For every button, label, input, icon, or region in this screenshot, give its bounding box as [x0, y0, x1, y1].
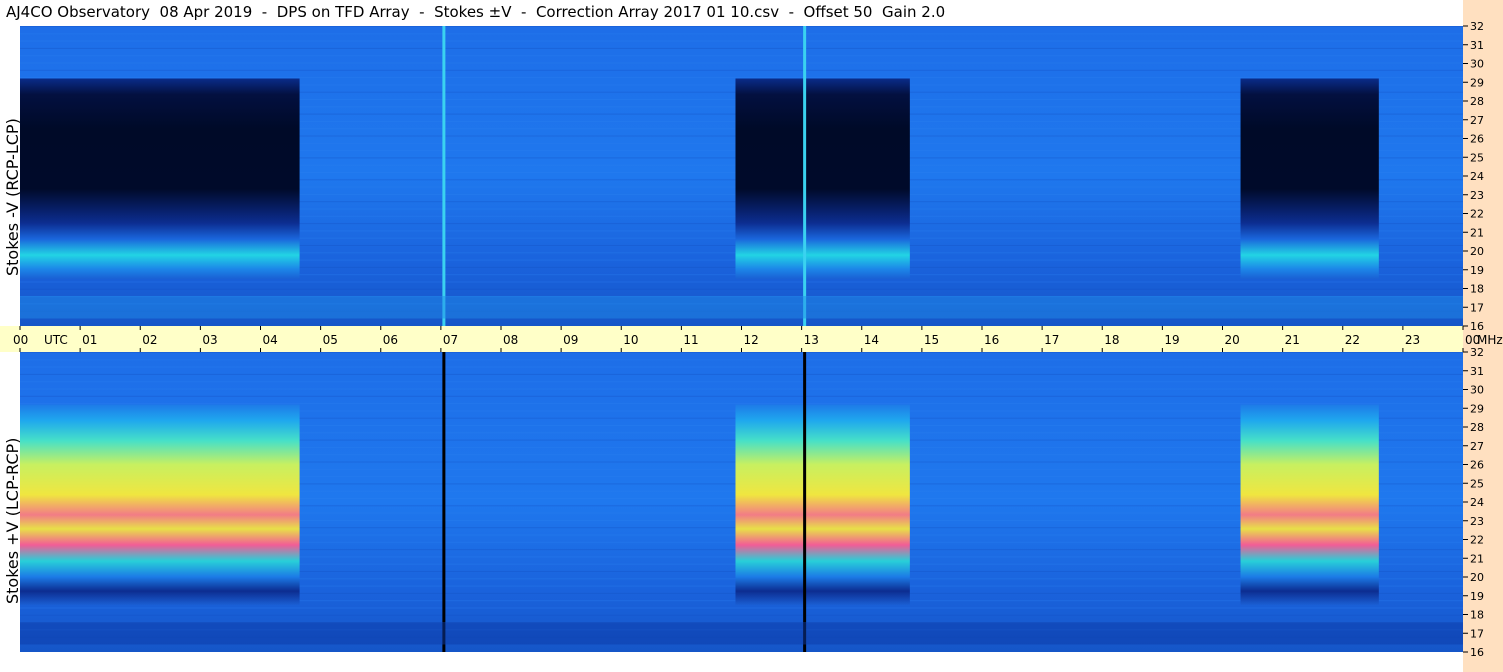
utc-axis-band — [0, 326, 1463, 352]
interference-line — [442, 26, 446, 326]
y-tick-label: 28 — [1470, 421, 1484, 434]
noise-band — [20, 381, 1463, 383]
y-tick-label: 27 — [1470, 114, 1484, 127]
spectrogram-figure: 16 17 18 19 20 21 22 23 24 25 26 27 28 29 30 31 32 16 17 18… — [0, 20, 1503, 659]
x-tick-label: 22 — [1345, 333, 1360, 347]
x-tick-label: 19 — [1164, 333, 1179, 347]
x-tick-label: 12 — [744, 333, 759, 347]
x-tick-label: 09 — [563, 333, 578, 347]
interference-line — [803, 352, 807, 652]
x-tick-label: 18 — [1104, 333, 1119, 347]
noise-band — [20, 40, 1463, 42]
noise-band — [20, 352, 1463, 353]
x-tick-label: 16 — [984, 333, 999, 347]
noise-band — [20, 373, 1463, 375]
y-tick-label: 24 — [1470, 496, 1484, 509]
y-tick-label: 21 — [1470, 552, 1484, 565]
y-tick-label: 32 — [1470, 20, 1484, 33]
y-tick-label: 31 — [1470, 39, 1484, 52]
y-tick-label: 22 — [1470, 208, 1484, 221]
y-tick-label: 16 — [1470, 646, 1484, 659]
source-block — [735, 404, 910, 606]
x-tick-label: 14 — [864, 333, 879, 347]
x-tick-label: 21 — [1285, 333, 1300, 347]
noise-band — [20, 69, 1463, 71]
noise-band — [20, 359, 1463, 361]
utc-axis-label: UTC — [44, 333, 68, 347]
noise-band — [20, 403, 1463, 405]
y-tick-label: 17 — [1470, 627, 1484, 640]
noise-band — [20, 26, 1463, 27]
y-tick-label: 19 — [1470, 590, 1484, 603]
x-tick-label: 13 — [804, 333, 819, 347]
x-tick-label: 07 — [443, 333, 458, 347]
interference-line — [803, 26, 807, 326]
noise-band — [20, 55, 1463, 57]
source-block — [735, 78, 910, 280]
y-tick-label: 18 — [1470, 283, 1484, 296]
source-block — [1240, 78, 1379, 280]
y-tick-label: 25 — [1470, 477, 1484, 490]
noise-band — [20, 388, 1463, 390]
noise-band — [20, 395, 1463, 397]
x-tick-label: 03 — [202, 333, 217, 347]
y-tick-label: 26 — [1470, 459, 1484, 472]
mhz-axis-label: MHz — [1477, 333, 1503, 347]
y-tick-label: 21 — [1470, 226, 1484, 239]
y-tick-label: 20 — [1470, 571, 1484, 584]
x-tick-label: 06 — [383, 333, 398, 347]
y-tick-label: 30 — [1470, 384, 1484, 397]
x-tick-label: 23 — [1405, 333, 1420, 347]
y-tick-label: 25 — [1470, 151, 1484, 164]
x-tick-label: 01 — [82, 333, 97, 347]
x-tick-label: 17 — [1044, 333, 1059, 347]
x-tick-label: 20 — [1225, 333, 1240, 347]
y-tick-label: 22 — [1470, 534, 1484, 547]
x-tick-label: 05 — [323, 333, 338, 347]
y-tick-label: 19 — [1470, 264, 1484, 277]
y-tick-label: 24 — [1470, 170, 1484, 183]
y-tick-label: 23 — [1470, 189, 1484, 202]
x-tick-label: 04 — [263, 333, 278, 347]
low-frequency-noise — [20, 296, 1463, 319]
y-tick-label: 17 — [1470, 301, 1484, 314]
source-block — [1240, 404, 1379, 606]
low-frequency-noise — [20, 622, 1463, 645]
top-spectrogram: 16 17 18 19 20 21 22 23 24 25 26 27 28 29 30 31 32 — [20, 20, 1484, 333]
y-tick-label: 27 — [1470, 440, 1484, 453]
noise-band — [20, 288, 1463, 290]
y-tick-label: 18 — [1470, 609, 1484, 622]
noise-band — [20, 607, 1463, 609]
noise-band — [20, 281, 1463, 283]
x-tick-label: 15 — [924, 333, 939, 347]
y-tick-label: 28 — [1470, 95, 1484, 108]
x-tick-label: 00 — [13, 333, 28, 347]
x-tick-label: 11 — [683, 333, 698, 347]
y-tick-label: 29 — [1470, 76, 1484, 89]
noise-band — [20, 33, 1463, 35]
noise-band — [20, 614, 1463, 616]
x-tick-label: 10 — [623, 333, 638, 347]
noise-band — [20, 62, 1463, 64]
bottom-spectrogram: 16 17 18 19 20 21 22 23 24 25 26 27 28 29 30 31 32 — [20, 346, 1484, 659]
noise-band — [20, 47, 1463, 49]
y-tick-label: 31 — [1470, 365, 1484, 378]
y-tick-label: 23 — [1470, 515, 1484, 528]
interference-line — [442, 352, 446, 652]
noise-band — [20, 366, 1463, 368]
x-tick-label: 08 — [503, 333, 518, 347]
noise-band — [20, 77, 1463, 79]
y-tick-label: 32 — [1470, 346, 1484, 359]
y-tick-label: 26 — [1470, 133, 1484, 146]
x-tick-label: 02 — [142, 333, 157, 347]
y-tick-label: 30 — [1470, 58, 1484, 71]
y-tick-label: 20 — [1470, 245, 1484, 258]
source-block — [20, 404, 300, 606]
y-tick-label: 16 — [1470, 320, 1484, 333]
y-tick-label: 29 — [1470, 402, 1484, 415]
source-block — [20, 78, 300, 280]
